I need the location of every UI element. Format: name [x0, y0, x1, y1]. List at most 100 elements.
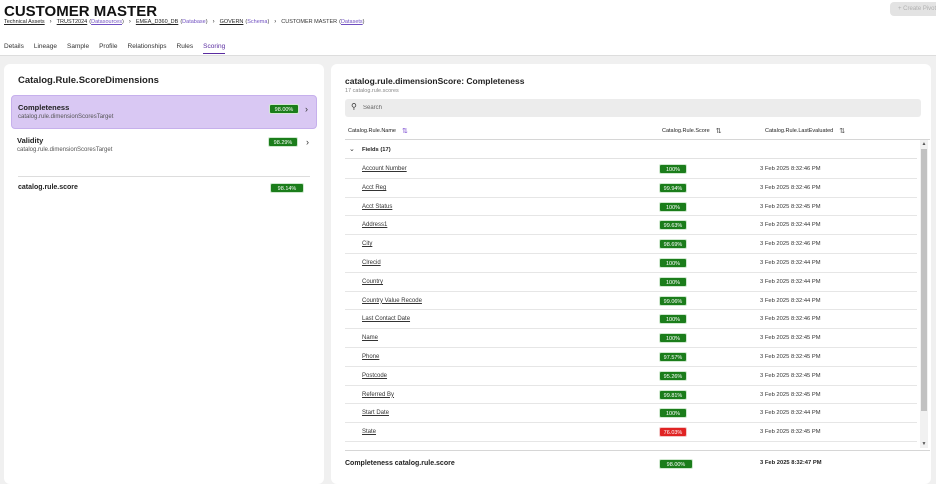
- score-badge: 95.26%: [659, 370, 687, 381]
- table-row: Last Contact Date 100% 3 Feb 2025 8:32:46 …: [345, 310, 917, 330]
- search-input[interactable]: [363, 101, 903, 115]
- breadcrumb-govern-type: Schema: [247, 19, 268, 25]
- column-header-label: Catalog.Rule.Score: [662, 128, 710, 134]
- breadcrumb-trust-type[interactable]: Datasources: [91, 19, 122, 25]
- rule-name-link[interactable]: Acct Status: [362, 204, 392, 210]
- score-badge: 98.29%: [268, 137, 298, 147]
- group-row-fields[interactable]: ⌄ Fields (17): [345, 141, 917, 159]
- last-evaluated-date: 3 Feb 2025 8:32:46 PM: [760, 166, 821, 172]
- dimension-subtitle: catalog.rule.dimensionScoresTarget: [18, 114, 114, 120]
- score-badge: 100%: [659, 408, 687, 419]
- score-badge: 99.81%: [659, 389, 687, 400]
- breadcrumb-emea[interactable]: EMEA_D360_DB: [136, 19, 179, 25]
- rule-name-link[interactable]: Clrecid: [362, 260, 381, 266]
- rule-name-link[interactable]: State: [362, 429, 376, 435]
- rule-name-link[interactable]: Name: [362, 335, 378, 341]
- panel-title: catalog.rule.dimensionScore: Completenes…: [345, 76, 525, 86]
- dimension-name: Completeness: [18, 103, 70, 112]
- scroll-down-icon[interactable]: ▼: [920, 440, 928, 448]
- scroll-up-icon[interactable]: ▲: [920, 140, 928, 148]
- tab-rules[interactable]: Rules: [177, 43, 194, 54]
- panel-subtitle: 17 catalog.rule.scores: [345, 88, 399, 94]
- rule-name-link[interactable]: Acct Reg: [362, 185, 386, 191]
- score-badge: 100%: [659, 314, 687, 325]
- chevron-right-icon: ›: [49, 19, 52, 25]
- tab-details[interactable]: Details: [4, 43, 24, 54]
- breadcrumb-technical-assets[interactable]: Technical Assets: [4, 19, 45, 25]
- search-icon: ⚲: [351, 102, 357, 111]
- dimension-score-panel: catalog.rule.dimensionScore: Completenes…: [331, 64, 931, 484]
- last-evaluated-date: 3 Feb 2025 8:32:45 PM: [760, 372, 821, 379]
- column-header-label: Catalog.Rule.Name: [348, 128, 396, 134]
- dimension-name: Validity: [17, 136, 44, 145]
- last-evaluated-date: 3 Feb 2025 8:32:46 PM: [760, 184, 821, 191]
- table-row: Acct Status 100% 3 Feb 2025 8:32:45 PM: [345, 198, 917, 217]
- chevron-down-icon[interactable]: ⌄: [349, 145, 355, 153]
- rule-name-link[interactable]: Referred By: [362, 392, 394, 398]
- score-badge: 97.57%: [659, 351, 687, 362]
- tab-relationships[interactable]: Relationships: [128, 43, 167, 54]
- breadcrumb-current: CUSTOMER MASTER: [281, 19, 338, 25]
- breadcrumb-govern[interactable]: GOVERN: [220, 19, 244, 25]
- tab-lineage[interactable]: Lineage: [34, 43, 57, 54]
- last-evaluated-date: 3 Feb 2025 8:32:45 PM: [760, 429, 821, 436]
- breadcrumb-trust[interactable]: TRUST2024: [57, 19, 88, 25]
- last-evaluated-date: 3 Feb 2025 8:32:44 PM: [760, 222, 821, 229]
- vertical-scrollbar[interactable]: ▲ ▼: [920, 140, 928, 448]
- column-header-label: Catalog.Rule.LastEvaluated: [765, 128, 834, 134]
- table-row: Country Value Recode 99.06% 3 Feb 2025 8:3…: [345, 292, 917, 311]
- rule-name-link[interactable]: Account Number: [362, 166, 407, 172]
- chevron-right-icon: ›: [274, 19, 277, 25]
- sort-icon[interactable]: ⇅: [839, 127, 845, 135]
- rule-name-link[interactable]: Country Value Recode: [362, 298, 422, 304]
- scrollbar-thumb[interactable]: [921, 149, 927, 411]
- table-row: Address1 99.63% 3 Feb 2025 8:32:44 PM: [345, 216, 917, 236]
- dimension-subtitle: catalog.rule.dimensionScoresTarget: [17, 147, 113, 153]
- table-row: Start Date 100% 3 Feb 2025 8:32:44 PM: [345, 404, 917, 424]
- column-header-score[interactable]: Catalog.Rule.Score ⇅: [662, 127, 722, 135]
- score-badge: 100%: [659, 201, 687, 212]
- last-evaluated-date: 3 Feb 2025 8:32:45 PM: [760, 353, 821, 360]
- chevron-right-icon: ›: [305, 104, 308, 114]
- rule-name-link[interactable]: Start Date: [362, 410, 389, 416]
- score-badge: 100%: [659, 257, 687, 268]
- create-pivot-button[interactable]: + Create Pivot: [890, 2, 936, 16]
- rule-name-link[interactable]: Address1: [362, 222, 387, 228]
- rule-name-link[interactable]: City: [362, 241, 372, 247]
- rule-name-link[interactable]: Country: [362, 279, 383, 285]
- score-badge: 100%: [659, 164, 687, 174]
- score-badge: 98.69%: [659, 239, 687, 250]
- dimension-completeness[interactable]: Completeness catalog.rule.dimensionScore…: [11, 95, 317, 129]
- breadcrumb: Technical Assets › TRUST2024 (Datasource…: [4, 19, 365, 25]
- chevron-right-icon: ›: [128, 19, 131, 25]
- footer-score-badge: 98.00%: [659, 459, 693, 469]
- rule-name-link[interactable]: Postcode: [362, 373, 387, 379]
- dimension-validity[interactable]: Validity catalog.rule.dimensionScoresTar…: [11, 129, 317, 163]
- sort-icon[interactable]: ⇅: [716, 127, 722, 135]
- page-title: CUSTOMER MASTER: [4, 3, 158, 20]
- tab-scoring[interactable]: Scoring: [203, 43, 226, 54]
- score-badge: 99.06%: [659, 295, 687, 306]
- column-header-name[interactable]: Catalog.Rule.Name ⇅: [348, 127, 408, 135]
- sort-ascending-icon[interactable]: ⇅: [402, 127, 408, 135]
- overall-score-badge: 98.14%: [270, 183, 304, 193]
- tab-profile[interactable]: Profile: [99, 43, 117, 54]
- column-header-evaluated[interactable]: Catalog.Rule.LastEvaluated ⇅: [765, 127, 845, 135]
- tab-sample[interactable]: Sample: [67, 43, 89, 54]
- table-row: Country 100% 3 Feb 2025 8:32:44 PM: [345, 273, 917, 292]
- rule-name-link[interactable]: Last Contact Date: [362, 316, 410, 322]
- last-evaluated-date: 3 Feb 2025 8:32:46 PM: [760, 316, 821, 323]
- score-badge: 100%: [659, 333, 687, 344]
- breadcrumb-current-type[interactable]: Datasets: [341, 19, 363, 25]
- last-evaluated-date: 3 Feb 2025 8:32:44 PM: [760, 297, 821, 304]
- score-dimensions-panel: Catalog.Rule.ScoreDimensions Completenes…: [4, 64, 324, 484]
- table-row: Clrecid 100% 3 Feb 2025 8:32:44 PM: [345, 254, 917, 273]
- divider: [345, 450, 930, 451]
- last-evaluated-date: 3 Feb 2025 8:32:44 PM: [760, 278, 821, 285]
- score-badge: 100%: [659, 276, 687, 287]
- breadcrumb-emea-type: Database: [182, 19, 206, 25]
- last-evaluated-date: 3 Feb 2025 8:32:45 PM: [760, 335, 821, 342]
- chevron-right-icon: ›: [306, 137, 309, 147]
- rule-name-link[interactable]: Phone: [362, 354, 379, 360]
- page-header: CUSTOMER MASTER + Create Pivot Technical…: [0, 0, 936, 56]
